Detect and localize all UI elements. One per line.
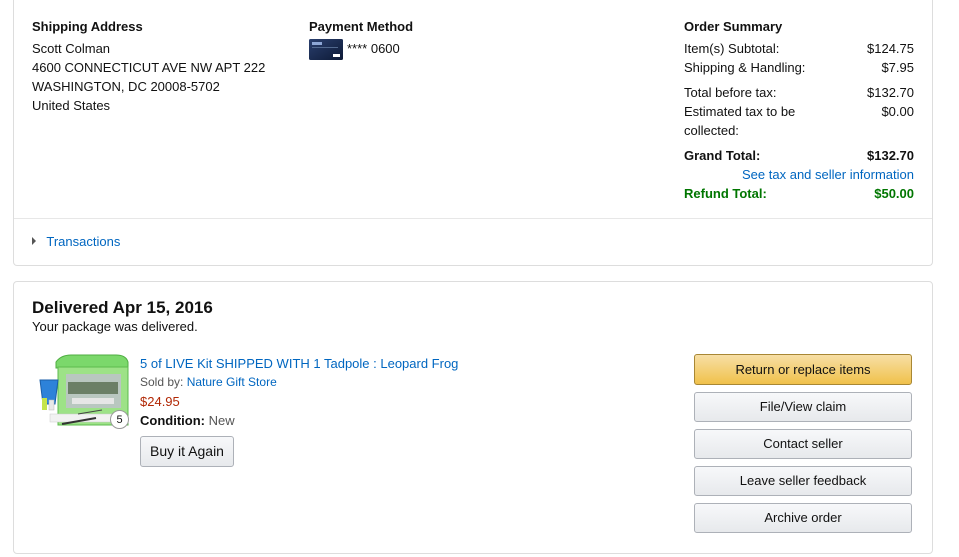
shipping-country: United States bbox=[32, 98, 111, 113]
visa-card-icon bbox=[309, 39, 343, 63]
return-replace-button[interactable]: Return or replace items bbox=[694, 354, 912, 385]
before-tax-value: $132.70 bbox=[867, 85, 914, 100]
subtotal-value: $124.75 bbox=[867, 41, 914, 56]
grand-total-label: Grand Total: bbox=[684, 148, 761, 163]
shipping-city: WASHINGTON, DC 20008-5702 bbox=[32, 79, 220, 94]
delivery-status: Delivered Apr 15, 2016 bbox=[32, 298, 213, 317]
buy-again-button[interactable]: Buy it Again bbox=[140, 436, 234, 467]
caret-right-icon bbox=[32, 237, 36, 245]
shipping-label: Shipping & Handling: bbox=[684, 60, 806, 75]
payment-method-heading: Payment Method bbox=[309, 19, 414, 34]
condition-value: New bbox=[208, 413, 235, 428]
subtotal-label: Item(s) Subtotal: bbox=[684, 41, 780, 56]
archive-order-button[interactable]: Archive order bbox=[694, 503, 912, 533]
before-tax-label: Total before tax: bbox=[684, 85, 777, 100]
condition-label: Condition: bbox=[140, 413, 205, 428]
grand-total-value: $132.70 bbox=[867, 148, 914, 163]
condition-row: Condition: New bbox=[140, 411, 458, 430]
tax-label-line-2: collected: bbox=[684, 123, 739, 138]
file-claim-button[interactable]: File/View claim bbox=[694, 392, 912, 422]
shipping-value: $7.95 bbox=[881, 60, 914, 75]
shipment-box: Delivered Apr 15, 2016 Your package was … bbox=[13, 281, 933, 554]
shipping-address-section: Shipping Address Scott Colman 4600 CONNE… bbox=[32, 17, 265, 115]
payment-method-section: Payment Method **** 0600 bbox=[309, 17, 414, 60]
quantity-badge: 5 bbox=[110, 410, 129, 429]
item-price: $24.95 bbox=[140, 394, 180, 409]
tax-row: Estimated tax to be collected: $0.00 bbox=[684, 102, 914, 140]
sold-by-row: Sold by: Nature Gift Store bbox=[140, 373, 458, 392]
transactions-expander[interactable]: Transactions bbox=[32, 232, 120, 251]
order-summary-section: Order Summary Item(s) Subtotal: $124.75 … bbox=[684, 17, 914, 207]
seller-link[interactable]: Nature Gift Store bbox=[187, 375, 277, 389]
shipping-street: 4600 CONNECTICUT AVE NW APT 222 bbox=[32, 60, 266, 75]
delivery-substatus: Your package was delivered. bbox=[32, 319, 198, 334]
order-summary-heading: Order Summary bbox=[684, 19, 783, 34]
shipping-name: Scott Colman bbox=[32, 41, 111, 56]
section-divider bbox=[14, 218, 932, 219]
transactions-link[interactable]: Transactions bbox=[46, 234, 120, 249]
item-details: 5 of LIVE Kit SHIPPED WITH 1 Tadpole : L… bbox=[140, 354, 458, 430]
card-masked-number: **** 0600 bbox=[347, 41, 400, 56]
item-title-link[interactable]: 5 of LIVE Kit SHIPPED WITH 1 Tadpole : L… bbox=[140, 354, 458, 373]
contact-seller-button[interactable]: Contact seller bbox=[694, 429, 912, 459]
tax-value: $0.00 bbox=[881, 104, 914, 119]
refund-total-value: $50.00 bbox=[874, 186, 914, 201]
tax-label-line-1: Estimated tax to be bbox=[684, 104, 796, 119]
shipping-address-heading: Shipping Address bbox=[32, 19, 143, 34]
seller-feedback-button[interactable]: Leave seller feedback bbox=[694, 466, 912, 496]
tax-seller-info-link[interactable]: See tax and seller information bbox=[742, 165, 914, 184]
order-details-box: Shipping Address Scott Colman 4600 CONNE… bbox=[13, 0, 933, 266]
sold-by-label: Sold by: bbox=[140, 375, 184, 389]
refund-total-label: Refund Total: bbox=[684, 186, 767, 201]
tax-label: Estimated tax to be collected: bbox=[684, 102, 795, 140]
